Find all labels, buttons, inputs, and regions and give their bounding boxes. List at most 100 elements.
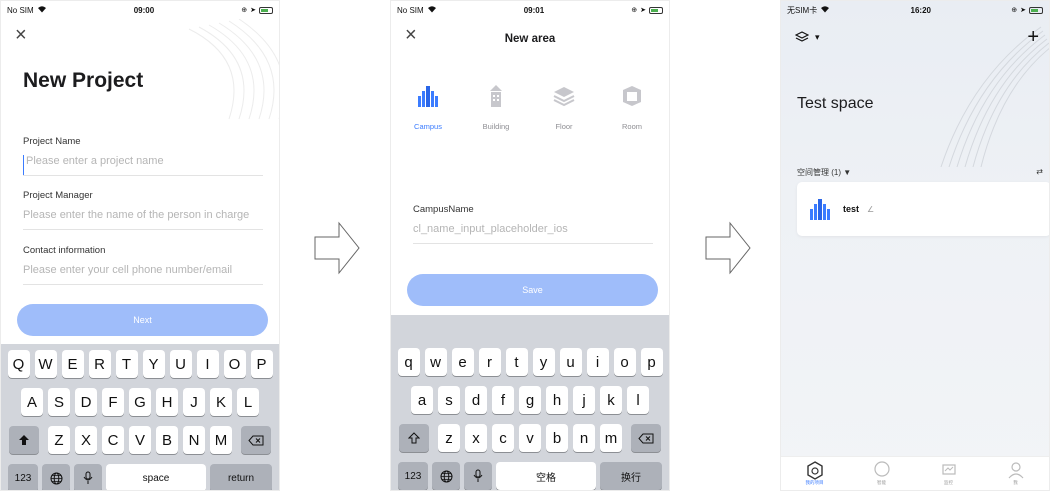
- tab-my-projects[interactable]: 我的项目: [790, 460, 840, 486]
- space-key[interactable]: 空格: [496, 462, 596, 490]
- key[interactable]: F: [102, 388, 124, 416]
- edit-icon[interactable]: ∠: [867, 205, 874, 214]
- space-switcher[interactable]: ▾: [795, 31, 820, 43]
- space-overview-screen: 无SIM卡 16:20 ⊕ ➤ ▾ + Test space 空间管理 (1) …: [780, 0, 1050, 491]
- key[interactable]: l: [627, 386, 649, 414]
- key[interactable]: X: [75, 426, 97, 454]
- filter-icon[interactable]: ⇄: [1036, 167, 1043, 178]
- key[interactable]: K: [210, 388, 232, 416]
- shift-key[interactable]: [399, 424, 429, 452]
- delete-key[interactable]: [241, 426, 271, 454]
- key[interactable]: O: [223, 350, 246, 378]
- key[interactable]: k: [600, 386, 622, 414]
- key[interactable]: n: [573, 424, 595, 452]
- key[interactable]: f: [492, 386, 514, 414]
- key[interactable]: u: [559, 348, 582, 376]
- flow-arrow-icon: [314, 221, 360, 275]
- key[interactable]: T: [115, 350, 138, 378]
- key[interactable]: S: [48, 388, 70, 416]
- type-tab-floor[interactable]: Floor: [533, 83, 595, 131]
- key[interactable]: W: [34, 350, 57, 378]
- key[interactable]: h: [546, 386, 568, 414]
- tab-me[interactable]: 我: [991, 460, 1041, 486]
- key[interactable]: j: [573, 386, 595, 414]
- key[interactable]: V: [129, 426, 151, 454]
- mic-key[interactable]: [464, 462, 492, 490]
- key[interactable]: R: [88, 350, 111, 378]
- key[interactable]: g: [519, 386, 541, 414]
- key[interactable]: d: [465, 386, 487, 414]
- globe-key[interactable]: [432, 462, 460, 490]
- wifi-icon: [820, 5, 830, 15]
- key[interactable]: L: [237, 388, 259, 416]
- key[interactable]: B: [156, 426, 178, 454]
- location-icon: ➤: [250, 7, 256, 14]
- key[interactable]: r: [478, 348, 501, 376]
- key[interactable]: b: [546, 424, 568, 452]
- key[interactable]: E: [61, 350, 84, 378]
- contact-info-input[interactable]: [23, 264, 263, 284]
- tab-bar: 我的项目 智能 监控 我: [781, 456, 1049, 490]
- numbers-key[interactable]: 123: [398, 462, 428, 490]
- return-key[interactable]: 换行: [600, 462, 662, 490]
- project-name-input[interactable]: [23, 155, 263, 175]
- carrier-text: No SIM: [7, 5, 34, 15]
- key[interactable]: v: [519, 424, 541, 452]
- tab-label: 我的项目: [805, 480, 824, 485]
- mic-key[interactable]: [74, 464, 102, 490]
- key[interactable]: G: [129, 388, 151, 416]
- delete-key[interactable]: [631, 424, 661, 452]
- wifi-icon: [37, 5, 47, 15]
- key[interactable]: N: [183, 426, 205, 454]
- key[interactable]: z: [438, 424, 460, 452]
- globe-key[interactable]: [42, 464, 70, 490]
- close-icon[interactable]: ×: [15, 25, 27, 45]
- key[interactable]: q: [397, 348, 420, 376]
- key[interactable]: Z: [48, 426, 70, 454]
- type-tab-room[interactable]: Room: [601, 83, 663, 131]
- key[interactable]: I: [196, 350, 219, 378]
- tab-monitor[interactable]: 监控: [924, 460, 974, 486]
- key[interactable]: A: [21, 388, 43, 416]
- floor-icon: [553, 87, 575, 107]
- add-icon[interactable]: +: [1027, 27, 1039, 47]
- campus-name-input[interactable]: [413, 223, 653, 243]
- key[interactable]: m: [600, 424, 622, 452]
- next-button[interactable]: Next: [17, 304, 268, 336]
- field-label: Contact information: [23, 245, 106, 256]
- shift-key[interactable]: [9, 426, 39, 454]
- key[interactable]: H: [156, 388, 178, 416]
- section-title[interactable]: 空间管理 (1) ▼: [797, 167, 851, 178]
- space-key[interactable]: space: [106, 464, 206, 490]
- key[interactable]: P: [250, 350, 273, 378]
- type-tab-building[interactable]: Building: [465, 83, 527, 131]
- return-key[interactable]: return: [210, 464, 272, 490]
- type-tab-campus[interactable]: Campus: [397, 83, 459, 131]
- key[interactable]: y: [532, 348, 555, 376]
- top-bar: ▾ +: [795, 27, 1039, 47]
- key[interactable]: s: [438, 386, 460, 414]
- key[interactable]: t: [505, 348, 528, 376]
- key[interactable]: Q: [7, 350, 30, 378]
- project-manager-input[interactable]: [23, 209, 263, 229]
- space-card[interactable]: test ∠: [797, 182, 1049, 236]
- key[interactable]: U: [169, 350, 192, 378]
- numbers-key[interactable]: 123: [8, 464, 38, 490]
- key[interactable]: C: [102, 426, 124, 454]
- key[interactable]: J: [183, 388, 205, 416]
- key[interactable]: a: [411, 386, 433, 414]
- key[interactable]: x: [465, 424, 487, 452]
- key[interactable]: c: [492, 424, 514, 452]
- key[interactable]: i: [586, 348, 609, 376]
- type-label: Campus: [414, 122, 442, 131]
- key[interactable]: e: [451, 348, 474, 376]
- key[interactable]: M: [210, 426, 232, 454]
- space-name: test: [843, 204, 860, 214]
- key[interactable]: D: [75, 388, 97, 416]
- key[interactable]: w: [424, 348, 447, 376]
- key[interactable]: o: [613, 348, 636, 376]
- key[interactable]: p: [640, 348, 663, 376]
- save-button[interactable]: Save: [407, 274, 658, 306]
- key[interactable]: Y: [142, 350, 165, 378]
- tab-smart[interactable]: 智能: [857, 460, 907, 486]
